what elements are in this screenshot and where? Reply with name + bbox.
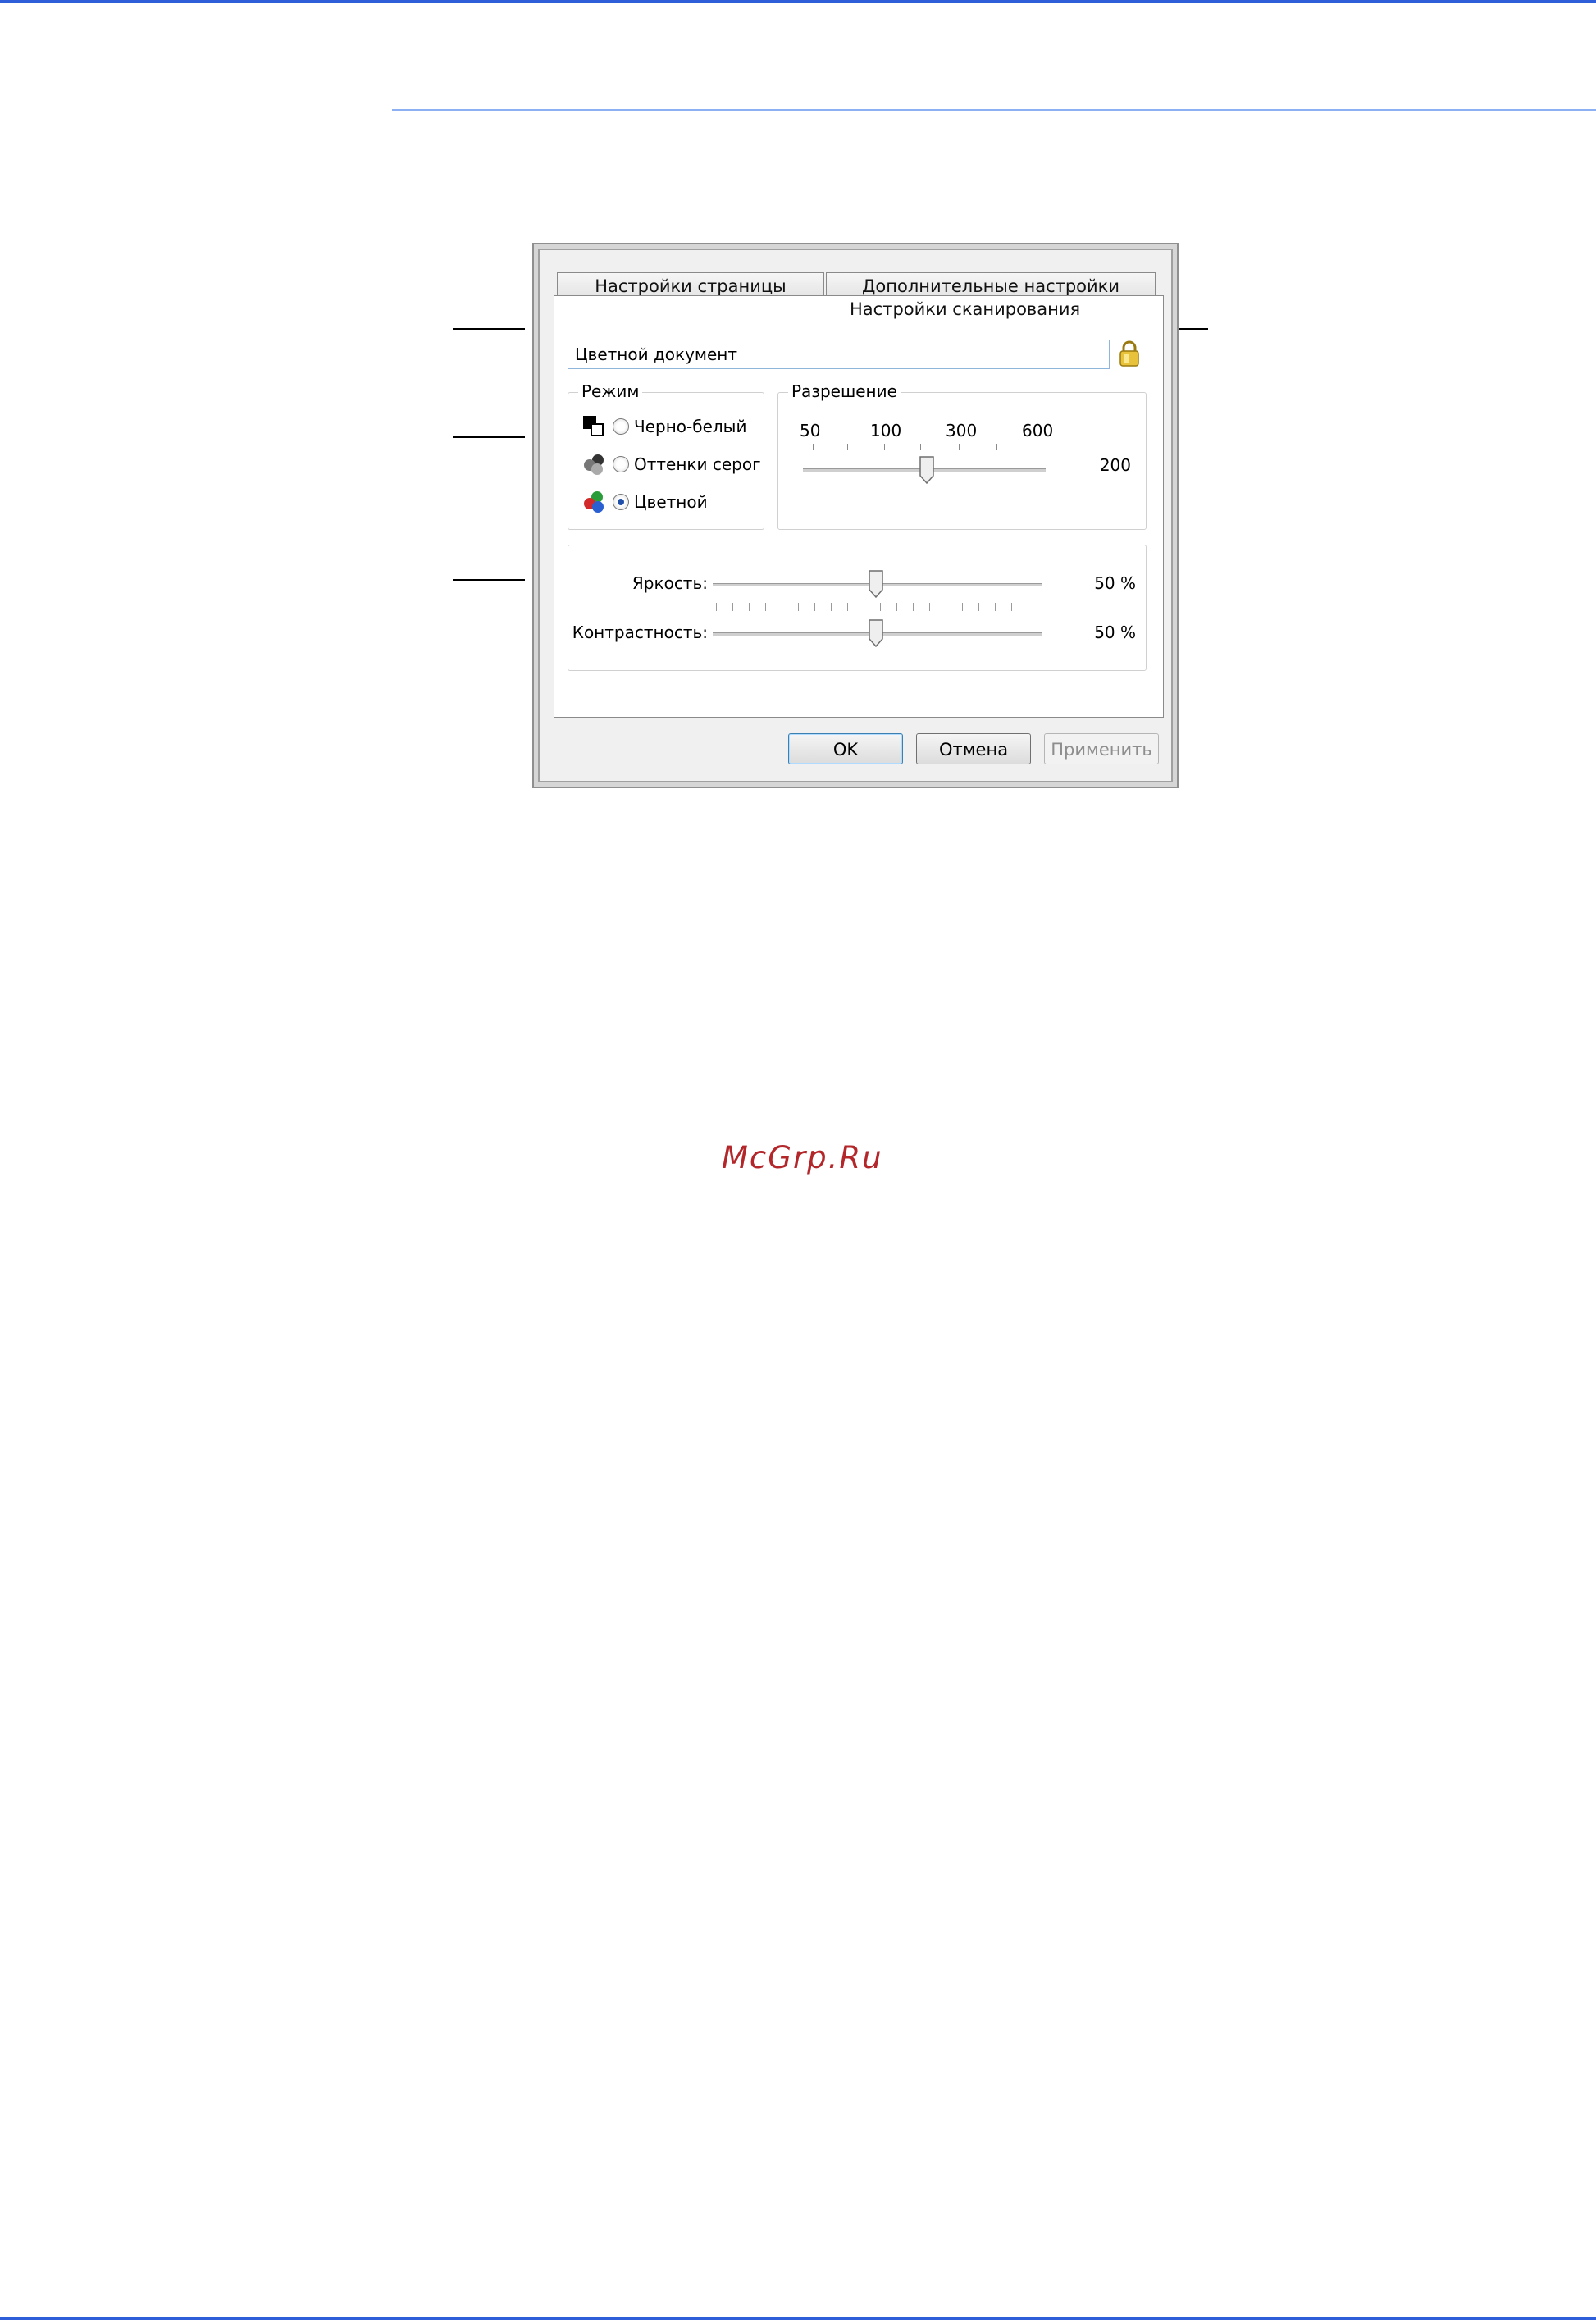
- cancel-button[interactable]: Отмена: [916, 733, 1031, 764]
- scan-settings-panel: Режим Черно-белый Оттенки серог: [554, 323, 1164, 718]
- lock-icon[interactable]: [1115, 340, 1143, 369]
- resolution-tick-50: 50: [800, 421, 821, 440]
- resolution-group: Разрешение 50 100 300 600 200: [777, 381, 1147, 530]
- contrast-slider-thumb[interactable]: [869, 619, 883, 647]
- brightness-value: 50 %: [1094, 573, 1136, 593]
- contrast-label: Контрастность:: [572, 623, 708, 642]
- mode-label-bw: Черно-белый: [634, 417, 747, 436]
- mode-label-color: Цветной: [634, 492, 708, 512]
- radio-color[interactable]: [613, 494, 629, 510]
- brightness-label: Яркость:: [632, 573, 708, 593]
- apply-button[interactable]: Применить: [1044, 733, 1159, 764]
- radio-grayscale[interactable]: [613, 456, 629, 472]
- resolution-group-title: Разрешение: [788, 381, 901, 401]
- ok-button[interactable]: OK: [788, 733, 903, 764]
- brightness-slider-thumb[interactable]: [869, 570, 883, 598]
- resolution-tick-mark: [884, 444, 885, 450]
- resolution-value: 200: [1099, 455, 1131, 475]
- brightness-ticks: [716, 603, 1041, 611]
- color-mode-icon: [584, 491, 604, 513]
- bw-mode-icon: [583, 416, 604, 436]
- header-rule: [392, 109, 1596, 111]
- tab-scan-settings[interactable]: Настройки сканирования: [554, 295, 1164, 325]
- resolution-tick-100: 100: [870, 421, 902, 440]
- mode-option-bw[interactable]: Черно-белый: [581, 413, 746, 440]
- resolution-slider-thumb[interactable]: [919, 456, 934, 484]
- resolution-tick-300: 300: [946, 421, 978, 440]
- adjustments-group: Яркость: 50 % Контрастность: 50 %: [568, 545, 1147, 671]
- radio-bw[interactable]: [613, 418, 629, 435]
- callout-line-preset: [453, 328, 525, 330]
- mode-group: Режим Черно-белый Оттенки серог Цветной: [568, 381, 764, 530]
- resolution-tick-mark: [847, 444, 848, 450]
- resolution-tick-mark: [920, 444, 921, 450]
- mode-option-grayscale[interactable]: Оттенки серог: [581, 450, 761, 478]
- mode-option-color[interactable]: Цветной: [581, 488, 708, 516]
- callout-line-adjustments: [453, 579, 525, 581]
- grayscale-mode-icon: [584, 454, 604, 475]
- top-rule: [0, 0, 1596, 3]
- mode-label-grayscale: Оттенки серог: [634, 454, 761, 474]
- watermark-text: McGrp.Ru: [722, 1140, 883, 1175]
- resolution-tick-mark: [996, 444, 997, 450]
- bottom-rule: [0, 2317, 1596, 2320]
- resolution-tick-600: 600: [1022, 421, 1054, 440]
- contrast-value: 50 %: [1094, 623, 1136, 642]
- resolution-tick-mark: [959, 444, 960, 450]
- mode-group-title: Режим: [578, 381, 643, 401]
- resolution-tick-mark: [813, 444, 814, 450]
- preset-name-input[interactable]: [568, 340, 1110, 369]
- scan-settings-dialog: Настройки страницы Дополнительные настро…: [532, 243, 1179, 788]
- callout-line-mode: [453, 436, 525, 438]
